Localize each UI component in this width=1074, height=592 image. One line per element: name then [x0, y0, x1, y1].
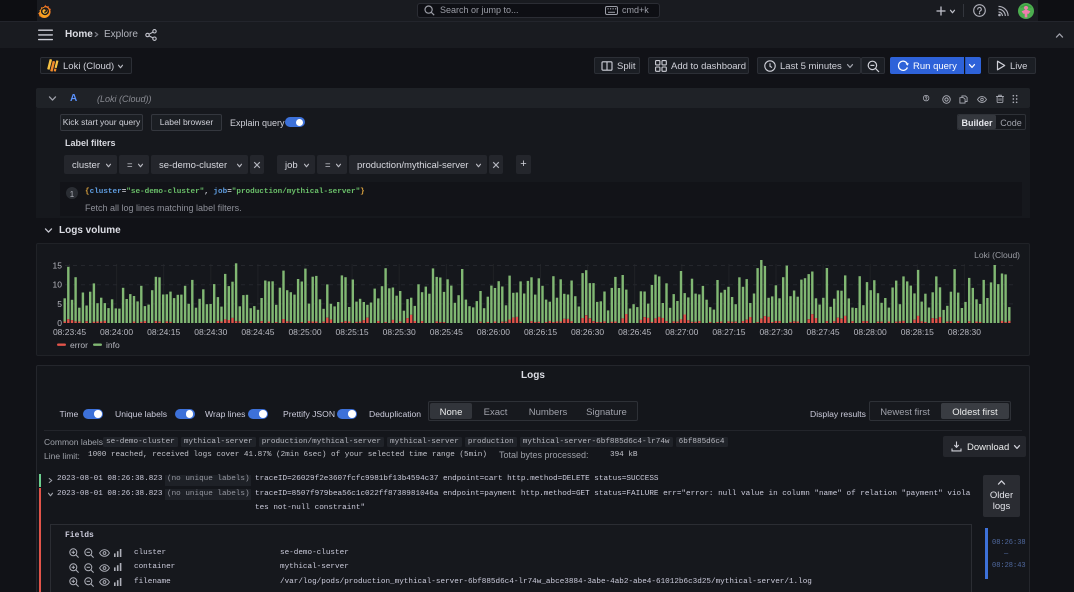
svg-text:08:24:45: 08:24:45: [241, 327, 274, 337]
svg-text:08:26:15: 08:26:15: [524, 327, 557, 337]
svg-text:08:24:00: 08:24:00: [100, 327, 133, 337]
svg-text:08:28:00: 08:28:00: [854, 327, 887, 337]
svg-text:error: error: [70, 340, 88, 350]
svg-text:08:25:00: 08:25:00: [288, 327, 321, 337]
svg-text:08:26:45: 08:26:45: [618, 327, 651, 337]
svg-text:08:24:30: 08:24:30: [194, 327, 227, 337]
svg-text:08:28:30: 08:28:30: [948, 327, 981, 337]
svg-text:08:27:30: 08:27:30: [759, 327, 792, 337]
svg-text:5: 5: [57, 299, 62, 309]
svg-text:08:25:30: 08:25:30: [383, 327, 416, 337]
svg-text:Loki (Cloud): Loki (Cloud): [974, 250, 1020, 260]
svg-text:info: info: [106, 340, 120, 350]
svg-text:08:26:00: 08:26:00: [477, 327, 510, 337]
svg-text:08:26:30: 08:26:30: [571, 327, 604, 337]
svg-text:08:27:15: 08:27:15: [712, 327, 745, 337]
svg-text:08:27:45: 08:27:45: [807, 327, 840, 337]
svg-text:08:28:15: 08:28:15: [901, 327, 934, 337]
svg-text:08:24:15: 08:24:15: [147, 327, 180, 337]
svg-text:10: 10: [53, 280, 63, 290]
svg-text:08:27:00: 08:27:00: [665, 327, 698, 337]
svg-text:15: 15: [53, 261, 63, 271]
svg-text:08:25:45: 08:25:45: [430, 327, 463, 337]
svg-text:08:25:15: 08:25:15: [336, 327, 369, 337]
svg-text:08:23:45: 08:23:45: [53, 327, 86, 337]
